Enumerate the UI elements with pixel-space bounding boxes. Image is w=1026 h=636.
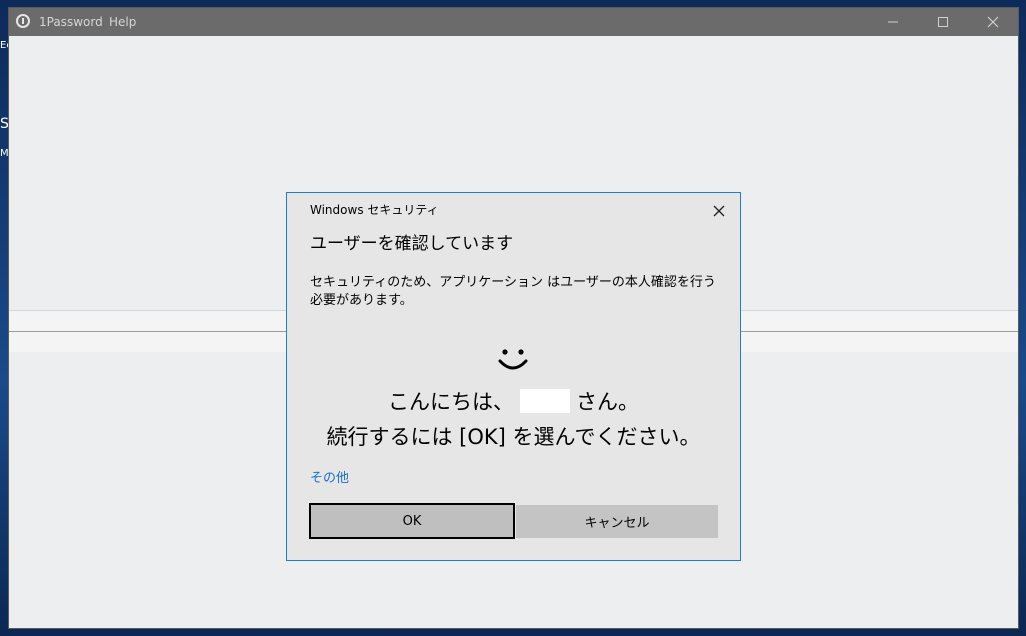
menu-item-1password[interactable]: 1Password [39, 15, 103, 29]
onepassword-logo-icon [16, 14, 30, 28]
user-name-field [520, 389, 570, 413]
desktop-icon-label[interactable]: S [0, 116, 9, 132]
minimize-button[interactable] [870, 8, 916, 36]
windows-security-dialog: Windows セキュリティ ユーザーを確認しています セキュリティのため、アプ… [286, 192, 741, 561]
close-button[interactable] [970, 8, 1016, 36]
greeting-line: こんにちは、 さん。 [287, 386, 740, 416]
more-choices-link[interactable]: その他 [310, 467, 349, 486]
cancel-button[interactable]: キャンセル [516, 505, 718, 538]
dialog-title: Windows セキュリティ [310, 203, 439, 217]
close-icon [713, 205, 725, 217]
maximize-icon [938, 17, 948, 27]
minimize-icon [888, 21, 898, 23]
ok-button[interactable]: OK [309, 503, 515, 539]
maximize-button[interactable] [920, 8, 966, 36]
title-bar[interactable]: 1Password Help [9, 8, 1018, 36]
dialog-heading: ユーザーを確認しています [310, 234, 514, 254]
dialog-message: セキュリティのため、アプリケーション はユーザーの本人確認を行う必要があります。 [310, 275, 716, 308]
greeting-suffix: さん。 [576, 390, 639, 414]
instruction-text: 続行するには [OK] を選んでください。 [326, 425, 701, 449]
smile-icon [498, 349, 528, 370]
close-icon [987, 16, 999, 28]
dialog-close-button[interactable] [707, 199, 731, 223]
greeting-prefix: こんにちは、 [388, 390, 514, 414]
menu-item-help[interactable]: Help [109, 15, 136, 29]
